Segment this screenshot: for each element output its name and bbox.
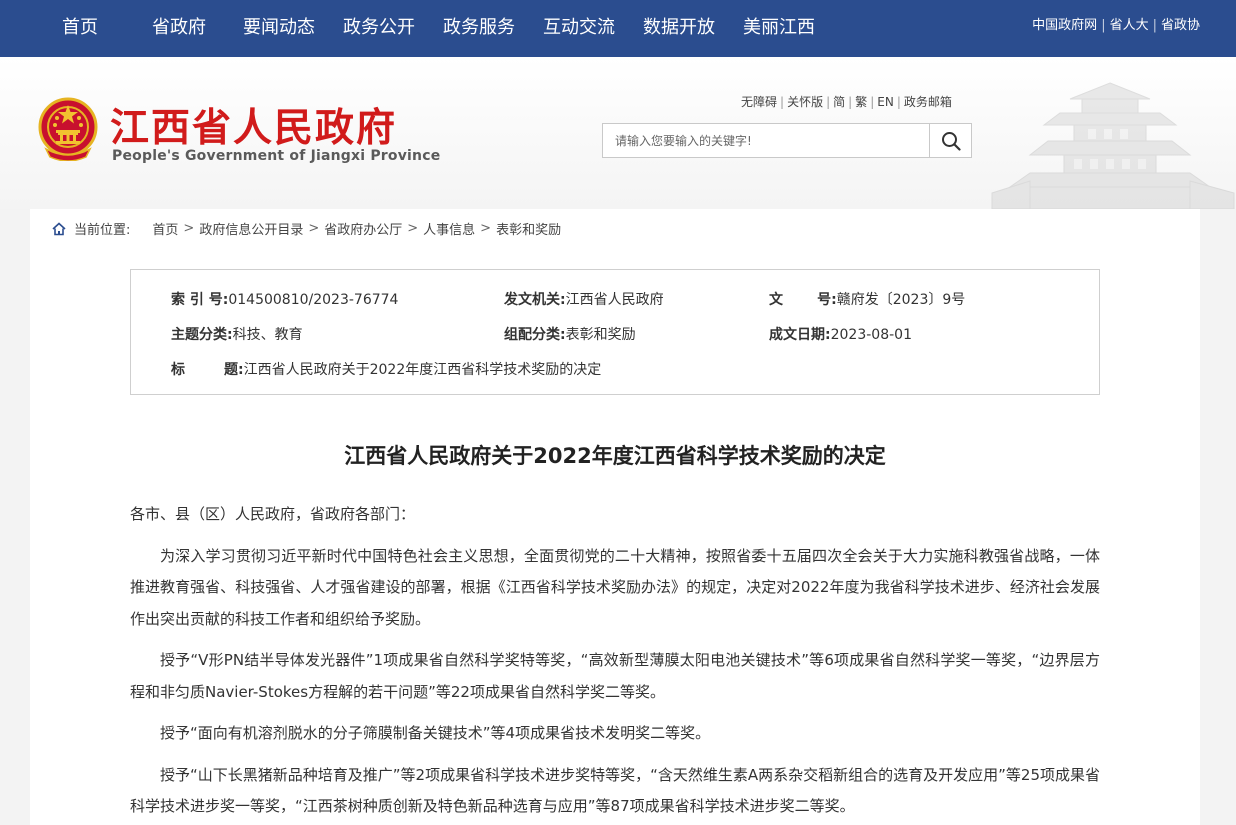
- meta-title: 标 题:江西省人民政府关于2022年度江西省科学技术奖励的决定: [171, 359, 601, 379]
- paragraph: 为深入学习贯彻习近平新时代中国特色社会主义思想，全面贯彻党的二十大精神，按照省委…: [130, 546, 1100, 628]
- breadcrumb-item-general-office[interactable]: 省政府办公厅: [324, 219, 402, 238]
- breadcrumb-label: 当前位置:: [74, 223, 131, 238]
- document-title: 江西省人民政府关于2022年度江西省科学技术奖励的决定: [344, 444, 886, 468]
- meta-category: 组配分类:表彰和奖励: [504, 324, 636, 344]
- nav-item-news[interactable]: 要闻动态: [243, 0, 315, 57]
- meta-issuer: 发文机关:江西省人民政府: [504, 289, 664, 309]
- chevron-right-icon: >: [183, 221, 195, 236]
- link-accessibility[interactable]: 无障碍: [741, 95, 777, 109]
- home-icon: [52, 221, 66, 235]
- chevron-right-icon: >: [480, 221, 492, 236]
- separator: |: [870, 95, 875, 109]
- document-body: 各市、县（区）人民政府，省政府各部门： 为深入学习贯彻习近平新时代中国特色社会主…: [130, 499, 1100, 825]
- paragraph: 授予“V形PN结半导体发光器件”1项成果省自然科学奖特等奖，“高效新型薄膜太阳电…: [130, 651, 1100, 701]
- top-nav-bar: 首页 省政府 要闻动态 政务公开 政务服务 互动交流 数据开放 美丽江西 中国政…: [0, 0, 1236, 57]
- nav-item-interaction[interactable]: 互动交流: [543, 0, 615, 57]
- meta-index-value: 014500810/2023-76774: [228, 292, 399, 308]
- meta-issuer-value: 江西省人民政府: [565, 292, 664, 308]
- meta-doc-no-label: 文 号:: [769, 292, 837, 308]
- link-provincial-cppcc[interactable]: 省政协: [1161, 18, 1200, 33]
- meta-index-number: 索 引 号:014500810/2023-76774: [171, 289, 398, 309]
- nav-item-beautiful-jiangxi[interactable]: 美丽江西: [743, 0, 815, 57]
- separator: |: [780, 95, 785, 109]
- site-title-english: People's Government of Jiangxi Province: [112, 148, 441, 164]
- site-header: 江西省人民政府 People's Government of Jiangxi P…: [0, 57, 1236, 209]
- link-gov-mailbox[interactable]: 政务邮箱: [904, 95, 952, 109]
- breadcrumb-item-personnel-info[interactable]: 人事信息: [423, 219, 475, 238]
- utility-links: 无障碍 | 关怀版 | 简 | 繁 | EN | 政务邮箱: [741, 93, 952, 110]
- separator: |: [848, 95, 853, 109]
- content-panel: 当前位置: 首页 > 政府信息公开目录 > 省政府办公厅 > 人事信息 > 表彰…: [30, 209, 1200, 825]
- link-provincial-congress[interactable]: 省人大: [1110, 18, 1149, 33]
- top-external-links: 中国政府网 | 省人大 | 省政协: [1032, 0, 1200, 52]
- paragraph: 授予“山下长黑猪新品种培育及推广”等2项成果省科学技术进步奖特等奖，“含天然维生…: [130, 765, 1100, 816]
- search-box: [602, 123, 972, 158]
- national-emblem-icon[interactable]: [38, 97, 98, 161]
- document-metadata-box: 索 引 号:014500810/2023-76774 发文机关:江西省人民政府 …: [130, 269, 1100, 395]
- nav-item-open-data[interactable]: 数据开放: [643, 0, 715, 57]
- link-english[interactable]: EN: [877, 95, 894, 109]
- meta-document-number: 文 号:赣府发〔2023〕9号: [769, 289, 965, 309]
- meta-category-label: 组配分类:: [504, 327, 566, 343]
- separator: |: [1101, 18, 1106, 33]
- meta-title-label: 标 题:: [171, 362, 244, 378]
- breadcrumb: 当前位置: 首页 > 政府信息公开目录 > 省政府办公厅 > 人事信息 > 表彰…: [52, 219, 561, 238]
- meta-issuer-label: 发文机关:: [504, 292, 566, 308]
- meta-topic-value: 科技、教育: [232, 327, 303, 343]
- meta-topic-label: 主题分类:: [171, 327, 233, 343]
- meta-date-value: 2023-08-01: [830, 327, 912, 343]
- meta-index-label: 索 引 号:: [171, 292, 229, 308]
- site-title[interactable]: 江西省人民政府: [110, 97, 397, 153]
- meta-category-value: 表彰和奖励: [565, 327, 636, 343]
- meta-date-label: 成文日期:: [769, 327, 831, 343]
- breadcrumb-item-info-directory[interactable]: 政府信息公开目录: [199, 219, 303, 238]
- link-care-version[interactable]: 关怀版: [787, 95, 823, 109]
- nav-item-gov-services[interactable]: 政务服务: [443, 0, 515, 57]
- paragraph: 授予“面向有机溶剂脱水的分子筛膜制备关键技术”等4项成果省技术发明奖二等奖。: [160, 724, 711, 742]
- nav-item-home[interactable]: 首页: [62, 0, 98, 57]
- meta-doc-no-value: 赣府发〔2023〕9号: [836, 292, 966, 308]
- salutation: 各市、县（区）人民政府，省政府各部门：: [130, 505, 416, 523]
- nav-item-province-government[interactable]: 省政府: [152, 0, 206, 57]
- separator: |: [896, 95, 901, 109]
- separator: |: [826, 95, 831, 109]
- chevron-right-icon: >: [308, 221, 320, 236]
- separator: |: [1152, 18, 1157, 33]
- nav-item-gov-affairs-disclosure[interactable]: 政务公开: [343, 0, 415, 57]
- link-simplified[interactable]: 简: [833, 95, 845, 109]
- meta-date: 成文日期:2023-08-01: [769, 324, 912, 344]
- breadcrumb-item-home[interactable]: 首页: [152, 219, 178, 238]
- search-input[interactable]: [603, 124, 929, 157]
- search-button[interactable]: [929, 124, 971, 157]
- meta-title-value: 江西省人民政府关于2022年度江西省科学技术奖励的决定: [243, 362, 602, 378]
- chevron-right-icon: >: [407, 221, 419, 236]
- breadcrumb-item-awards[interactable]: 表彰和奖励: [496, 219, 561, 238]
- link-china-gov[interactable]: 中国政府网: [1032, 18, 1097, 33]
- search-icon: [941, 131, 961, 151]
- link-traditional[interactable]: 繁: [855, 95, 867, 109]
- tengwang-pavilion-illustration: [991, 82, 1235, 209]
- meta-topic: 主题分类:科技、教育: [171, 324, 303, 344]
